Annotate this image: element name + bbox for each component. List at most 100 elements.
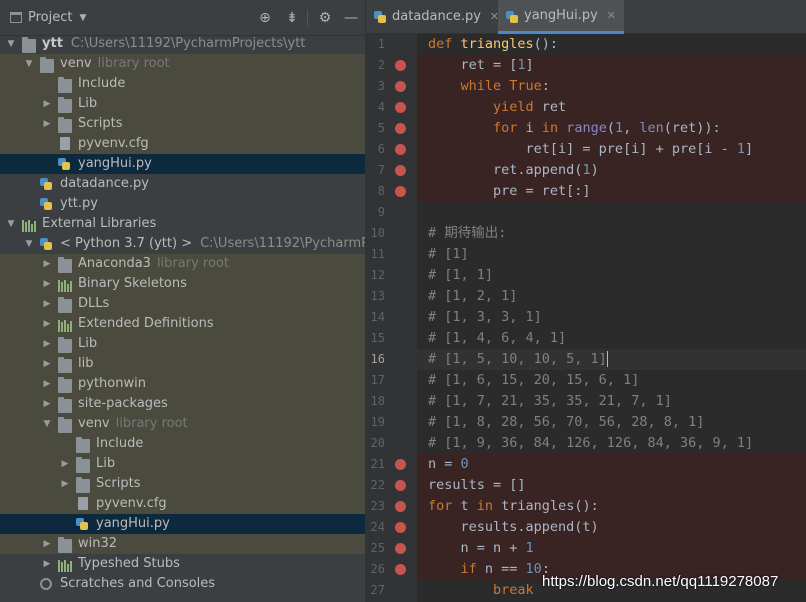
chevron-right-icon[interactable]: ▶	[60, 474, 70, 494]
code-line[interactable]: n = n + 1	[417, 538, 806, 559]
tree-item-scratches[interactable]: Scratches and Consoles	[0, 574, 365, 594]
code-area[interactable]: def triangles(): ret = [1] while True: y…	[417, 34, 806, 602]
code-line[interactable]: for i in range(1, len(ret)):	[417, 118, 806, 139]
tree-item-venv-2[interactable]: ▼ venv library root	[0, 414, 365, 434]
code-line[interactable]: # 期待输出:	[417, 223, 806, 244]
chevron-right-icon[interactable]: ▶	[42, 254, 52, 274]
code-line[interactable]: # [1, 1]	[417, 265, 806, 286]
code-line[interactable]: ret.append(1)	[417, 160, 806, 181]
code-line[interactable]: n = 0	[417, 454, 806, 475]
breakpoint-icon[interactable]	[395, 459, 406, 470]
chevron-right-icon[interactable]: ▶	[42, 274, 52, 294]
tree-item-python-sdk[interactable]: ▼ < Python 3.7 (ytt) > C:\Users\11192\Pych…	[0, 234, 365, 254]
code-line[interactable]: # [1, 7, 21, 35, 35, 21, 7, 1]	[417, 391, 806, 412]
chevron-right-icon[interactable]: ▶	[42, 114, 52, 134]
tree-item-site-packages[interactable]: ▶ site-packages	[0, 394, 365, 414]
code-token: # [1, 7, 21, 35, 35, 21, 7, 1]	[428, 393, 672, 409]
code-line[interactable]: # [1, 6, 15, 20, 15, 6, 1]	[417, 370, 806, 391]
chevron-right-icon[interactable]: ▶	[42, 394, 52, 414]
chevron-down-icon[interactable]: ▼	[24, 234, 34, 254]
tree-item-typeshed-stubs[interactable]: ▶ Typeshed Stubs	[0, 554, 365, 574]
tree-item-pyvenv-cfg-2[interactable]: pyvenv.cfg	[0, 494, 365, 514]
tree-item-include-2[interactable]: Include	[0, 434, 365, 454]
breakpoint-icon[interactable]	[395, 501, 406, 512]
tree-item-yanghui-py[interactable]: yangHui.py	[0, 154, 365, 174]
breakpoint-icon[interactable]	[395, 186, 406, 197]
tree-item-win32[interactable]: ▶ win32	[0, 534, 365, 554]
tree-item-lib-2[interactable]: ▶ Lib	[0, 334, 365, 354]
tree-item-scripts-2[interactable]: ▶ Scripts	[0, 474, 365, 494]
code-line[interactable]: results = []	[417, 475, 806, 496]
code-line[interactable]: yield ret	[417, 97, 806, 118]
code-line[interactable]	[417, 202, 806, 223]
breakpoint-icon[interactable]	[395, 165, 406, 176]
breakpoint-icon[interactable]	[395, 123, 406, 134]
tree-item-lib-3[interactable]: ▶ lib	[0, 354, 365, 374]
tree-item-label: pyvenv.cfg	[78, 134, 149, 154]
tree-item-scripts[interactable]: ▶ Scripts	[0, 114, 365, 134]
collapse-icon[interactable]: ⇟	[283, 9, 301, 27]
breakpoint-icon[interactable]	[395, 60, 406, 71]
tree-item-venv[interactable]: ▼ venv library root	[0, 54, 365, 74]
code-token: )	[590, 162, 599, 178]
tree-item-datadance-py[interactable]: datadance.py	[0, 174, 365, 194]
breakpoint-icon[interactable]	[395, 102, 406, 113]
breakpoint-icon[interactable]	[395, 543, 406, 554]
tree-item-ytt[interactable]: ▼ ytt C:\Users\11192\PycharmProjects\ytt	[0, 34, 365, 54]
code-line[interactable]: # [1, 2, 1]	[417, 286, 806, 307]
tree-item-ytt-py[interactable]: ytt.py	[0, 194, 365, 214]
chevron-right-icon[interactable]: ▶	[60, 454, 70, 474]
tree-item-pyvenv-cfg[interactable]: pyvenv.cfg	[0, 134, 365, 154]
tree-item-dlls[interactable]: ▶ DLLs	[0, 294, 365, 314]
code-line[interactable]: # [1, 8, 28, 56, 70, 56, 28, 8, 1]	[417, 412, 806, 433]
code-line[interactable]: ret = [1]	[417, 55, 806, 76]
code-token: 1	[517, 57, 526, 73]
tree-item-lib[interactable]: ▶ Lib	[0, 94, 365, 114]
chevron-right-icon[interactable]: ▶	[42, 374, 52, 394]
tree-item-pythonwin[interactable]: ▶ pythonwin	[0, 374, 365, 394]
project-view-selector[interactable]: Project ▼	[10, 10, 86, 25]
code-line[interactable]: # [1, 3, 3, 1]	[417, 307, 806, 328]
tab-yanghui-py[interactable]: yangHui.py ✕	[498, 0, 624, 34]
tree-item-include[interactable]: Include	[0, 74, 365, 94]
minimize-icon[interactable]: —	[342, 9, 360, 27]
code-line[interactable]: results.append(t)	[417, 517, 806, 538]
code-line[interactable]: while True:	[417, 76, 806, 97]
code-line[interactable]: for t in triangles():	[417, 496, 806, 517]
chevron-right-icon[interactable]: ▶	[42, 314, 52, 334]
chevron-right-icon[interactable]: ▶	[42, 294, 52, 314]
code-line[interactable]: # [1, 4, 6, 4, 1]	[417, 328, 806, 349]
tree-item-binary-skeletons[interactable]: ▶ Binary Skeletons	[0, 274, 365, 294]
chevron-down-icon[interactable]: ▼	[6, 214, 16, 234]
line-number: 19	[370, 415, 385, 429]
chevron-right-icon[interactable]: ▶	[42, 94, 52, 114]
breakpoint-icon[interactable]	[395, 144, 406, 155]
breakpoint-icon[interactable]	[395, 564, 406, 575]
chevron-down-icon[interactable]: ▼	[24, 54, 34, 74]
breakpoint-icon[interactable]	[395, 522, 406, 533]
chevron-down-icon[interactable]: ▼	[6, 34, 16, 54]
tree-item-lib-4[interactable]: ▶ Lib	[0, 454, 365, 474]
tab-datadance-py[interactable]: datadance.py ✕	[366, 0, 507, 34]
code-line[interactable]: ret[i] = pre[i] + pre[i - 1]	[417, 139, 806, 160]
locate-icon[interactable]: ⊕	[256, 9, 274, 27]
chevron-right-icon[interactable]: ▶	[42, 534, 52, 554]
chevron-right-icon[interactable]: ▶	[42, 354, 52, 374]
code-line[interactable]: # [1, 5, 10, 10, 5, 1]	[417, 349, 806, 370]
code-line[interactable]: # [1]	[417, 244, 806, 265]
chevron-right-icon[interactable]: ▶	[42, 334, 52, 354]
gear-icon[interactable]: ⚙	[316, 9, 334, 27]
tree-item-external-libraries[interactable]: ▼ External Libraries	[0, 214, 365, 234]
tree-item-anaconda3[interactable]: ▶ Anaconda3 library root	[0, 254, 365, 274]
breakpoint-icon[interactable]	[395, 480, 406, 491]
editor-gutter[interactable]: 1 2 3 4 5 6 7 8 9 10 11 12 13 14 15 16 17 18 19 20 21 22 23 24 2…	[365, 34, 417, 602]
close-icon[interactable]: ✕	[607, 0, 616, 32]
chevron-right-icon[interactable]: ▶	[42, 554, 52, 574]
tree-item-extended-definitions[interactable]: ▶ Extended Definitions	[0, 314, 365, 334]
breakpoint-icon[interactable]	[395, 81, 406, 92]
code-line[interactable]: # [1, 9, 36, 84, 126, 126, 84, 36, 9, 1]	[417, 433, 806, 454]
tree-item-yanghui-py-2[interactable]: yangHui.py	[0, 514, 365, 534]
code-line[interactable]: pre = ret[:]	[417, 181, 806, 202]
code-line[interactable]: def triangles():	[417, 34, 806, 55]
chevron-down-icon[interactable]: ▼	[42, 414, 52, 434]
